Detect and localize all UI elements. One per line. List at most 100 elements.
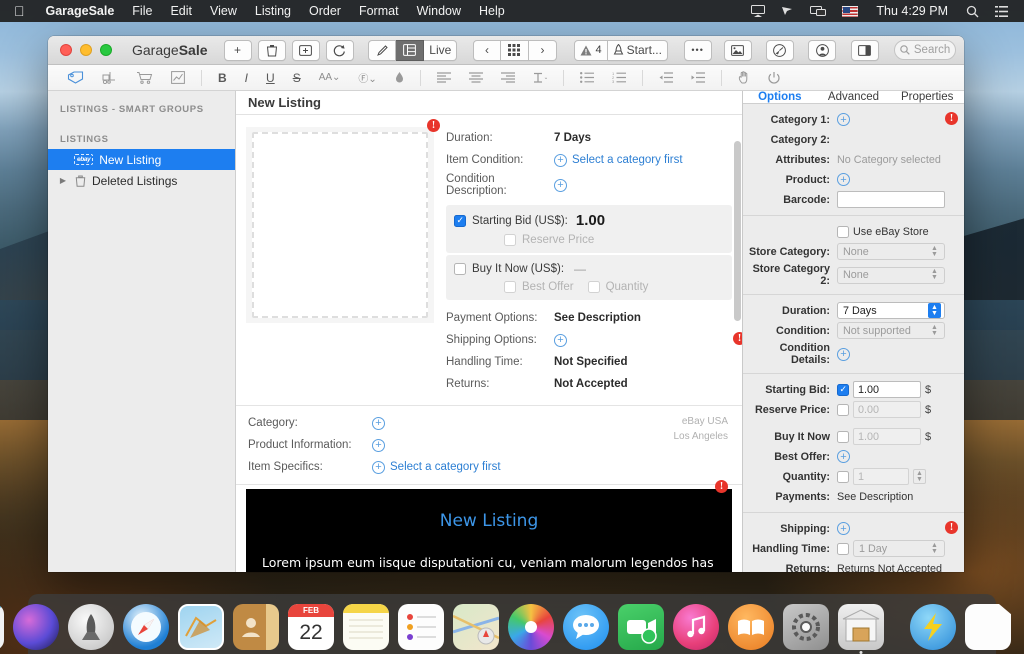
sidebar-item-new-listing[interactable]: ebay New Listing <box>48 149 235 170</box>
starting-bid-checkbox[interactable] <box>837 384 849 396</box>
align-left-icon[interactable] <box>428 72 460 83</box>
outdent-icon[interactable] <box>650 72 682 83</box>
category-error-badge[interactable]: ! <box>945 112 958 125</box>
menu-item-window[interactable]: Window <box>408 4 470 18</box>
forklift-icon[interactable] <box>93 71 127 84</box>
menu-item-help[interactable]: Help <box>470 4 514 18</box>
plus-icon[interactable]: + <box>837 348 850 361</box>
photo-drop-zone[interactable]: ! <box>246 127 434 323</box>
starting-bid-input[interactable]: 1.00 <box>853 381 921 398</box>
dock-item-calendar[interactable]: FEB 22 <box>288 604 334 650</box>
live-mode-button[interactable]: Live <box>424 40 457 61</box>
close-button[interactable] <box>60 44 72 56</box>
align-center-icon[interactable] <box>460 72 492 83</box>
buy-it-now-checkbox[interactable] <box>454 263 466 275</box>
store-category-select[interactable]: None ▲▼ <box>837 243 945 260</box>
hand-icon[interactable] <box>729 71 759 84</box>
align-right-icon[interactable] <box>492 72 524 83</box>
reserve-price-checkbox[interactable] <box>504 234 516 246</box>
dock-item-trash[interactable] <box>1020 604 1024 650</box>
condition-select[interactable]: Not supported ▲▼ <box>837 322 945 339</box>
dock-item-notes[interactable] <box>343 604 389 650</box>
quantity-stepper[interactable]: ▲▼ <box>913 469 926 484</box>
next-button[interactable]: › <box>529 40 557 61</box>
chart-icon[interactable] <box>162 71 194 84</box>
description-error-badge[interactable]: ! <box>715 480 728 493</box>
search-input[interactable]: Search <box>894 40 956 60</box>
description-preview[interactable]: New Listing Lorem ipsum eum iisque dispu… <box>246 489 732 572</box>
menu-app-name[interactable]: GarageSale <box>37 4 124 18</box>
menu-item-listing[interactable]: Listing <box>246 4 300 18</box>
menu-item-edit[interactable]: Edit <box>161 4 201 18</box>
menu-item-format[interactable]: Format <box>350 4 408 18</box>
quantity-checkbox[interactable] <box>588 281 600 293</box>
strikethrough-button[interactable]: S <box>284 71 310 85</box>
us-flag-icon[interactable] <box>834 6 866 17</box>
line-spacing-icon[interactable]: ⌄ <box>524 72 556 84</box>
dock-item-itunes[interactable] <box>673 604 719 650</box>
tab-advanced[interactable]: Advanced <box>817 91 891 103</box>
duration-select[interactable]: 7 Days ▲▼ <box>837 302 945 319</box>
dock-item-messages[interactable] <box>563 604 609 650</box>
edit-mode-button[interactable] <box>368 40 396 61</box>
vpn-icon[interactable] <box>773 5 802 17</box>
handling-time-checkbox[interactable] <box>837 543 849 555</box>
tag-icon[interactable] <box>58 71 93 84</box>
indent-icon[interactable] <box>682 72 714 83</box>
dock-item-facetime[interactable] <box>618 604 664 650</box>
ink-color-icon[interactable] <box>386 71 413 84</box>
start-button[interactable]: Start... <box>608 40 668 61</box>
dock-item-downloads-stack[interactable] <box>910 604 956 650</box>
table-mode-button[interactable] <box>396 40 424 61</box>
warning-badge[interactable]: 4 <box>574 40 607 61</box>
minimize-button[interactable] <box>80 44 92 56</box>
plus-icon[interactable]: + <box>372 461 385 474</box>
grid-view-button[interactable] <box>501 40 529 61</box>
maximize-button[interactable] <box>100 44 112 56</box>
photo-error-badge[interactable]: ! <box>427 119 440 132</box>
field-link[interactable]: Select a category first <box>572 154 683 166</box>
store-category2-select[interactable]: None ▲▼ <box>837 267 945 284</box>
add-listing-button[interactable]: + <box>224 40 252 61</box>
starting-bid-checkbox[interactable] <box>454 215 466 227</box>
quantity-checkbox[interactable] <box>837 471 849 483</box>
dock-item-document[interactable] <box>965 604 1011 650</box>
italic-button[interactable]: I <box>236 71 257 85</box>
plus-icon[interactable]: + <box>837 113 850 126</box>
plus-icon[interactable]: + <box>837 522 850 535</box>
gauge-icon[interactable] <box>766 40 794 61</box>
search-icon[interactable] <box>958 5 987 18</box>
menu-item-view[interactable]: View <box>201 4 246 18</box>
shipping-error-badge[interactable]: ! <box>733 332 742 345</box>
reserve-price-input[interactable]: 0.00 <box>853 401 921 418</box>
plus-icon[interactable]: + <box>554 334 567 347</box>
panel-toggle-icon[interactable] <box>851 40 879 61</box>
handling-time-select[interactable]: 1 Day ▲▼ <box>853 540 945 557</box>
dock-item-photos[interactable] <box>508 604 554 650</box>
cart-icon[interactable] <box>127 71 162 84</box>
dock-item-launchpad[interactable] <box>68 604 114 650</box>
reserve-price-checkbox[interactable] <box>837 404 849 416</box>
shipping-error-badge[interactable]: ! <box>945 521 958 534</box>
notification-center-icon[interactable] <box>987 6 1016 17</box>
power-icon[interactable] <box>759 72 789 84</box>
duplicate-listing-button[interactable] <box>292 40 320 61</box>
tab-options[interactable]: Options <box>743 91 817 103</box>
more-options-button[interactable]: ••• <box>684 40 712 61</box>
apple-menu-icon[interactable]:  <box>0 4 37 18</box>
tab-properties[interactable]: Properties <box>890 91 964 103</box>
plus-icon[interactable]: + <box>837 450 850 463</box>
best-offer-checkbox[interactable] <box>504 281 516 293</box>
delete-listing-button[interactable] <box>258 40 286 61</box>
use-ebay-store-checkbox[interactable] <box>837 226 849 238</box>
starting-bid-value[interactable]: 1.00 <box>576 212 605 229</box>
numbered-list-icon[interactable]: 123 <box>603 72 635 83</box>
image-icon[interactable] <box>724 40 752 61</box>
menu-item-order[interactable]: Order <box>300 4 350 18</box>
bold-button[interactable]: B <box>209 71 236 85</box>
font-size-button[interactable]: AA⌄ <box>310 72 350 83</box>
dock-item-reminders[interactable] <box>398 604 444 650</box>
buy-it-now-checkbox[interactable] <box>837 431 849 443</box>
dock-item-system-preferences[interactable] <box>783 604 829 650</box>
vertical-scrollbar[interactable] <box>734 141 741 321</box>
